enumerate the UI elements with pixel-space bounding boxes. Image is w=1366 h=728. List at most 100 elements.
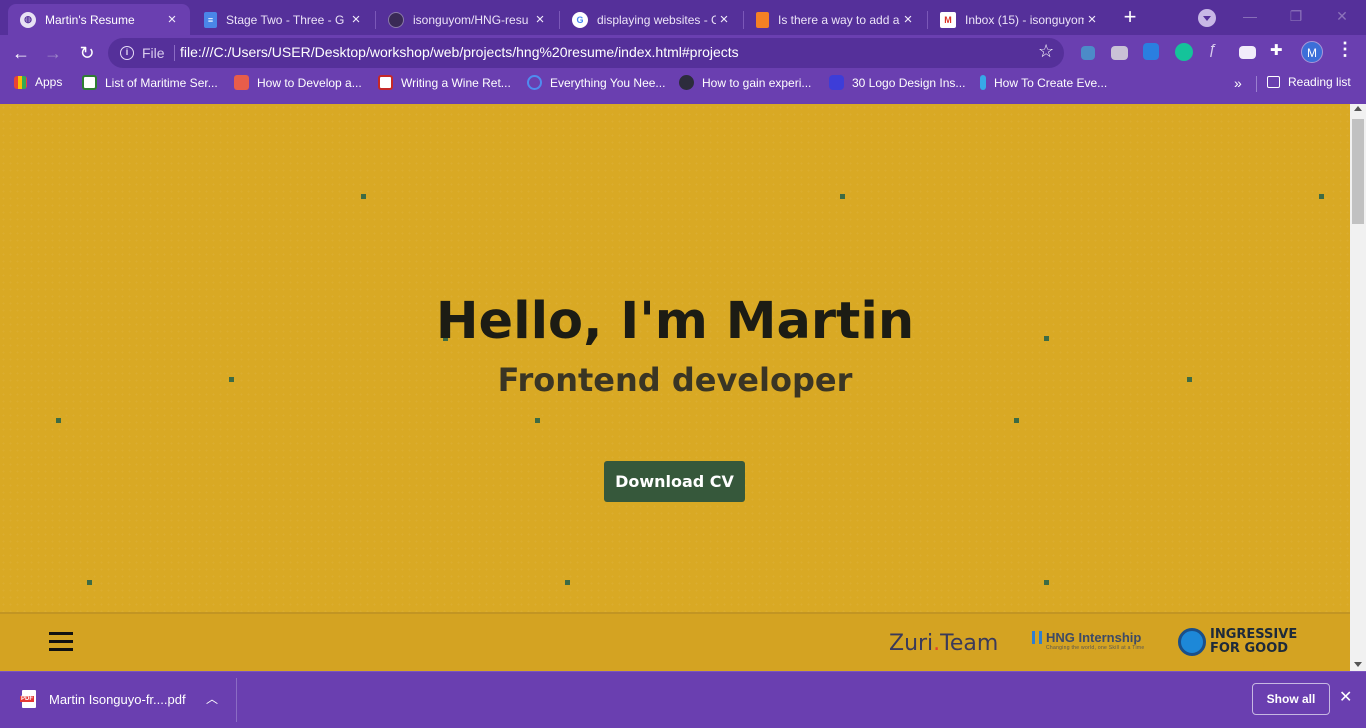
pdf-file-icon (20, 690, 36, 708)
stackoverflow-icon (756, 11, 769, 28)
more-bookmarks-icon[interactable]: » (1234, 75, 1242, 91)
bookmark-label: List of Maritime Ser... (105, 75, 218, 90)
hng-tagline: Changing the world, one Skill at a Time (1046, 645, 1145, 651)
bookmark-create-eve[interactable]: How To Create Eve... (980, 75, 1107, 90)
camera-extension-icon[interactable] (1111, 46, 1128, 60)
grammarly-icon[interactable] (1175, 43, 1193, 61)
download-extension-icon[interactable] (1143, 43, 1159, 60)
bookmark-logo-design[interactable]: 30 Logo Design Ins... (829, 75, 965, 90)
reading-list-label: Reading list (1288, 75, 1351, 89)
show-all-button[interactable]: Show all (1252, 683, 1330, 715)
bookmark-how-to-develop[interactable]: How to Develop a... (234, 75, 362, 90)
decorative-dot (1319, 194, 1324, 199)
bookmark-star-icon[interactable]: ☆ (1038, 41, 1054, 62)
hng-logo-text: HNG Internship (1046, 630, 1142, 645)
bookmark-icon (980, 75, 986, 90)
bookmark-apps[interactable]: Apps (14, 75, 62, 89)
browser-menu-icon[interactable]: ⋮ (1336, 39, 1354, 60)
bookmark-icon (378, 75, 393, 90)
new-tab-button[interactable]: + (1118, 6, 1142, 30)
close-tab-icon[interactable]: × (1084, 11, 1100, 28)
restore-icon[interactable]: ❐ (1286, 6, 1306, 26)
globe-icon: ◍ (20, 11, 36, 28)
decorative-dot (535, 418, 540, 423)
tab-martins-resume[interactable]: ◍ Martin's Resume × (8, 4, 190, 35)
page-footer: Zuri.Team HNG Internship Changing the wor… (0, 612, 1350, 671)
bookmark-maritime[interactable]: List of Maritime Ser... (82, 75, 218, 90)
hng-internship-logo: HNG Internship Changing the world, one Sk… (1032, 630, 1144, 651)
decorative-dot (87, 580, 92, 585)
browser-toolbar: ← → ↻ i File file:///C:/Users/USER/Deskt… (0, 35, 1366, 70)
close-tab-icon[interactable]: × (164, 11, 180, 28)
zuri-logo-text: Team (940, 631, 999, 656)
back-icon[interactable]: ← (8, 40, 34, 66)
zuri-logo-text: Zuri (889, 631, 934, 656)
tab-stackoverflow[interactable]: Is there a way to add a × (744, 4, 926, 35)
scroll-up-icon[interactable] (1354, 106, 1362, 111)
tab-title: Inbox (15) - isonguyom (965, 12, 1084, 27)
bookmark-icon (527, 75, 542, 90)
scroll-down-icon[interactable] (1354, 662, 1362, 667)
reading-list-button[interactable]: Reading list (1267, 75, 1351, 89)
google-icon: G (572, 11, 588, 28)
info-icon[interactable]: i (120, 46, 134, 60)
close-window-icon[interactable]: ✕ (1332, 6, 1352, 26)
extensions-puzzle-icon[interactable]: ✚ (1270, 41, 1290, 61)
bookmark-label: How to Develop a... (257, 75, 362, 90)
formula-extension-icon[interactable]: ƒ (1208, 41, 1228, 61)
close-tab-icon[interactable]: × (348, 11, 364, 28)
github-icon (388, 11, 404, 28)
hng-mark-icon (1032, 631, 1042, 644)
bookmark-gain-experience[interactable]: How to gain experi... (679, 75, 811, 90)
chevron-up-icon[interactable]: ︿ (206, 690, 218, 707)
ingressive-logo-icon (1178, 628, 1206, 656)
bookmark-everything[interactable]: Everything You Nee... (527, 75, 665, 90)
docs-icon: ≡ (204, 11, 217, 28)
hero-subtitle: Frontend developer (497, 361, 853, 399)
zuri-team-logo: Zuri.Team (889, 631, 998, 656)
decorative-dot (1044, 580, 1049, 585)
reload-icon[interactable]: ↻ (74, 40, 100, 66)
download-file-name[interactable]: Martin Isonguyo-fr....pdf (49, 692, 186, 707)
tab-stage-two[interactable]: ≡ Stage Two - Three - G × (192, 4, 374, 35)
bookmark-label: How To Create Eve... (994, 75, 1108, 90)
i4g-line-1: INGRESSIVE (1210, 627, 1298, 642)
url-text[interactable]: file:///C:/Users/USER/Desktop/workshop/w… (180, 44, 739, 60)
tab-title: Stage Two - Three - G (226, 12, 345, 27)
download-separator (236, 678, 237, 722)
profile-avatar[interactable]: M (1301, 41, 1323, 63)
forward-icon[interactable]: → (40, 40, 66, 66)
close-tab-icon[interactable]: × (900, 11, 916, 28)
apps-icon (14, 75, 27, 89)
hero-title: Hello, I'm Martin (435, 292, 915, 351)
i4g-line-2: FOR GOOD (1210, 641, 1289, 656)
bookmark-label: Apps (35, 75, 63, 89)
bookmark-wine-ret[interactable]: Writing a Wine Ret... (378, 75, 511, 90)
tab-github[interactable]: isonguyom/HNG-resu × (376, 4, 558, 35)
vertical-scrollbar[interactable] (1350, 104, 1366, 671)
tab-title: Is there a way to add a (778, 12, 900, 27)
decorative-dot (565, 580, 570, 585)
address-separator (174, 45, 175, 61)
close-tab-icon[interactable]: × (716, 11, 732, 28)
address-scheme: File (142, 45, 165, 61)
close-tab-icon[interactable]: × (532, 11, 548, 28)
download-cv-button[interactable]: Download CV (604, 461, 745, 502)
decorative-dot (1014, 418, 1019, 423)
hamburger-menu-icon[interactable] (49, 632, 73, 652)
screen-recorder-icon[interactable] (1239, 46, 1256, 59)
download-shelf: Martin Isonguyo-fr....pdf ︿ Show all ✕ (0, 671, 1366, 728)
tab-search-icon[interactable] (1198, 9, 1216, 27)
extension-pen-icon[interactable] (1081, 46, 1095, 60)
scrollbar-thumb[interactable] (1352, 119, 1364, 224)
bookmark-icon (82, 75, 97, 90)
bookmark-icon (234, 75, 249, 90)
minimize-icon[interactable]: — (1240, 6, 1260, 26)
bookmark-label: 30 Logo Design Ins... (852, 75, 966, 90)
tab-gmail-inbox[interactable]: M Inbox (15) - isonguyom × (928, 4, 1110, 35)
tab-title: Martin's Resume (45, 12, 135, 27)
address-bar[interactable]: i File file:///C:/Users/USER/Desktop/wor… (108, 38, 1064, 68)
tab-google-search[interactable]: G displaying websites - G × (560, 4, 742, 35)
bookmarks-divider (1256, 76, 1257, 92)
close-downloads-icon[interactable]: ✕ (1339, 687, 1352, 707)
